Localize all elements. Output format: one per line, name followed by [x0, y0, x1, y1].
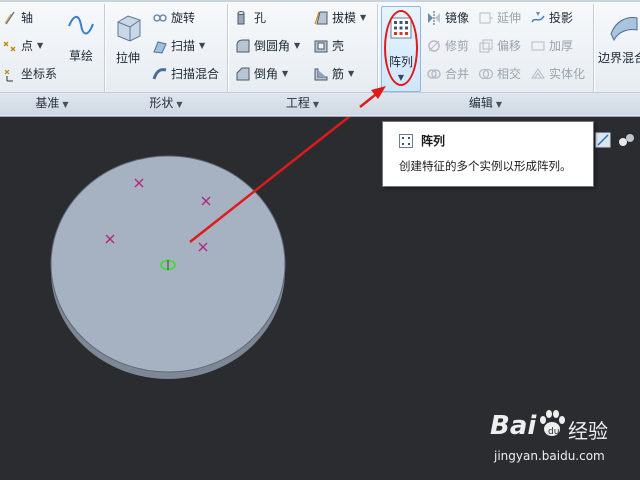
watermark-brand-suffix: 经验 — [568, 419, 608, 443]
tooltip-pattern-icon — [399, 134, 413, 148]
annotation-arrow-top — [359, 86, 386, 108]
paw-icon: du — [538, 409, 566, 442]
svg-text:du: du — [548, 427, 559, 437]
watermark: Bai du 经验 jingyan.baidu.com — [490, 405, 640, 475]
watermark-url: jingyan.baidu.com — [494, 449, 605, 463]
pattern-tooltip: 阵列 创建特征的多个实例以形成阵列。 — [382, 121, 594, 187]
watermark-brand: Bai — [490, 411, 537, 441]
tooltip-description: 创建特征的多个实例以形成阵列。 — [399, 159, 572, 173]
tooltip-title: 阵列 — [421, 134, 446, 148]
